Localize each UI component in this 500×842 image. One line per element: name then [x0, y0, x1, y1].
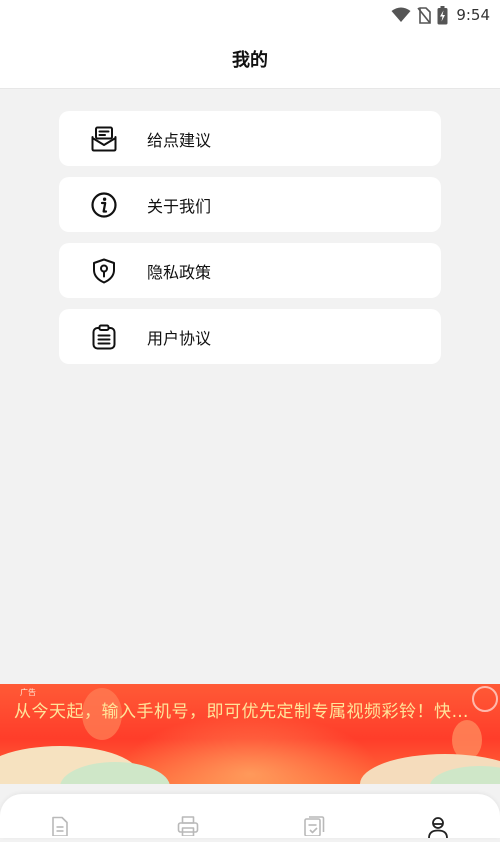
ad-text: 从今天起，输入手机号，即可优先定制专属视频彩铃！快速抢占 — [14, 702, 484, 722]
status-bar: 9:54 — [0, 0, 500, 30]
menu-label-privacy: 隐私政策 — [147, 262, 212, 282]
printer-icon — [177, 816, 199, 838]
menu-item-about[interactable]: 关于我们 — [59, 177, 441, 232]
tab-files[interactable] — [302, 816, 326, 838]
battery-charging-icon — [437, 5, 448, 25]
no-sim-icon — [417, 6, 432, 24]
clipboard-icon — [89, 322, 119, 352]
page-title: 我的 — [232, 50, 268, 71]
header: 我的 — [0, 30, 500, 89]
tab-bar — [0, 794, 500, 839]
info-icon — [89, 190, 119, 220]
status-time: 9:54 — [456, 6, 490, 24]
settings-menu: 给点建议 关于我们 隐私政策 用户协议 — [59, 111, 441, 375]
tab-document[interactable] — [48, 816, 72, 838]
files-icon — [303, 816, 325, 838]
document-icon — [51, 816, 69, 838]
menu-item-privacy[interactable]: 隐私政策 — [59, 243, 441, 298]
menu-label-agreement: 用户协议 — [147, 328, 212, 348]
user-icon — [427, 816, 449, 839]
menu-label-feedback: 给点建议 — [147, 130, 212, 150]
mail-icon — [89, 124, 119, 154]
menu-item-feedback[interactable]: 给点建议 — [59, 111, 441, 166]
ad-banner[interactable]: 广告 从今天起，输入手机号，即可优先定制专属视频彩铃！快速抢占 — [0, 684, 500, 784]
menu-item-agreement[interactable]: 用户协议 — [59, 309, 441, 364]
shield-lock-icon — [89, 256, 119, 286]
menu-label-about: 关于我们 — [147, 196, 212, 216]
tab-printer[interactable] — [176, 816, 200, 838]
wifi-icon — [391, 7, 411, 23]
tab-profile[interactable] — [426, 816, 450, 839]
status-icons: 9:54 — [391, 4, 490, 26]
